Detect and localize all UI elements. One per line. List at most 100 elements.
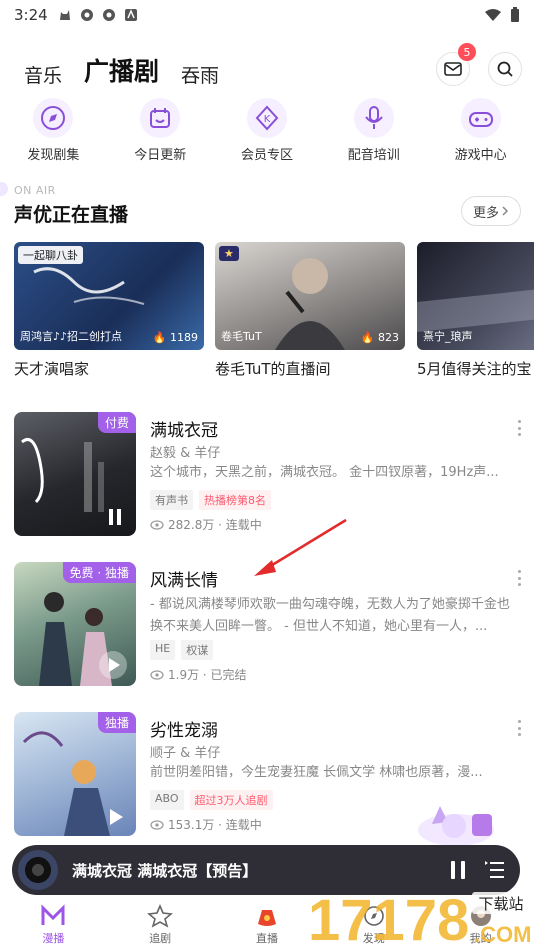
- drama-description: - 都说风满楼琴师欢歌一曲勾魂夺魄，无数人为了她豪掷千金也换不来美人回眸一瞥。 …: [150, 597, 510, 634]
- live-thumbnail: ★ 卷毛TuT 🔥 823: [215, 242, 405, 350]
- nav-label: 漫播: [42, 932, 65, 945]
- live-card[interactable]: 一起聊八卦 周鸿言♪♪招二创打点 🔥 1189 天才演唱家: [14, 242, 204, 379]
- tab-radio-drama[interactable]: 广播剧: [84, 52, 159, 90]
- cat-notification-icon: [59, 10, 70, 20]
- drama-tag-hot: 超过3万人追剧: [189, 790, 273, 810]
- nav-follow[interactable]: 追剧: [107, 896, 214, 950]
- playlist-icon[interactable]: [484, 859, 506, 881]
- chevron-right-icon: [502, 206, 509, 216]
- onair-label: ON AIR: [14, 184, 56, 197]
- calendar-icon: [140, 98, 181, 138]
- nav-discover[interactable]: 发现: [320, 896, 427, 950]
- mail-icon: [444, 62, 462, 76]
- drama-cover[interactable]: 付费: [14, 412, 136, 536]
- nav-label: 追剧: [149, 932, 172, 945]
- drama-cover[interactable]: 独播: [14, 712, 136, 836]
- app-notification-icon: [124, 9, 137, 21]
- tab-music[interactable]: 音乐: [24, 61, 62, 90]
- category-label: 发现剧集: [27, 148, 80, 163]
- star-icon: [147, 904, 174, 928]
- category-vip[interactable]: K 会员专区: [214, 98, 321, 163]
- bottom-navigation: 漫播 追剧 直播 发现 我的: [0, 896, 534, 950]
- drama-tags: 有声书 热播榜第8名: [150, 490, 271, 510]
- category-label: 会员专区: [240, 148, 293, 163]
- drama-badge: 独播: [97, 712, 136, 733]
- search-icon: [497, 61, 513, 77]
- drama-cast: 顺子 & 羊仔: [150, 746, 221, 761]
- message-count-badge: 5: [458, 43, 476, 61]
- discover-icon: [33, 98, 74, 138]
- drama-play-count: 1.9万 · 已完结: [168, 668, 247, 682]
- nav-manbo[interactable]: 漫播: [0, 896, 107, 950]
- player-controls: [448, 859, 506, 881]
- more-options-icon[interactable]: [514, 570, 524, 586]
- category-game-center[interactable]: 游戏中心: [427, 98, 534, 163]
- live-card[interactable]: 熹宁_琅声 5月值得关注的宝: [417, 242, 534, 379]
- pause-icon[interactable]: [448, 859, 468, 881]
- live-title: 卷毛TuT的直播间: [215, 360, 331, 378]
- fox-mascot-icon[interactable]: [414, 796, 498, 848]
- player-title: 满城衣冠 满城衣冠【预告】: [72, 861, 258, 880]
- player-cover-disc[interactable]: [18, 850, 58, 890]
- live-heat-value: 823: [378, 331, 399, 344]
- live-heat: 🔥 1189: [152, 331, 198, 344]
- more-options-icon[interactable]: [514, 720, 524, 736]
- live-title: 5月值得关注的宝: [417, 360, 532, 378]
- drama-play-count: 153.1万 · 连载中: [168, 818, 262, 832]
- category-row: 发现剧集 今日更新 K 会员专区 配音培训 游戏中心: [0, 98, 534, 163]
- live-more-button[interactable]: 更多: [461, 196, 521, 226]
- live-card-row: 一起聊八卦 周鸿言♪♪招二创打点 🔥 1189 天才演唱家 ★ 卷毛TuT 🔥 …: [14, 242, 534, 382]
- drama-tag: 有声书: [150, 490, 193, 510]
- drama-tag: 权谋: [181, 640, 214, 660]
- eye-icon: [150, 519, 164, 530]
- live-host-name: 周鸿言♪♪招二创打点: [20, 330, 123, 343]
- tab-tunyu[interactable]: 吞雨: [181, 61, 219, 90]
- sync-notification-icon: [80, 9, 93, 21]
- more-options-icon[interactable]: [514, 420, 524, 436]
- microphone-icon: [353, 98, 394, 138]
- live-thumbnail: 一起聊八卦 周鸿言♪♪招二创打点 🔥 1189: [14, 242, 204, 350]
- play-icon: [110, 809, 123, 825]
- category-today-update[interactable]: 今日更新: [107, 98, 214, 163]
- live-topic-tag: 一起聊八卦: [18, 246, 83, 264]
- drama-play-count: 282.8万 · 连载中: [168, 518, 262, 532]
- nav-label: 直播: [255, 932, 278, 945]
- drama-badge: 免费 · 独播: [62, 562, 136, 583]
- wifi-icon: [485, 9, 501, 21]
- drama-stats: 1.9万 · 已完结: [150, 666, 247, 683]
- eye-icon: [150, 819, 164, 830]
- nav-profile[interactable]: 我的: [427, 896, 534, 950]
- vip-icon: K: [246, 98, 287, 138]
- mini-player[interactable]: 满城衣冠 满城衣冠【预告】: [12, 845, 520, 895]
- drama-cast: 赵毅 & 羊仔: [150, 446, 221, 461]
- more-label: 更多: [472, 205, 499, 221]
- drama-tags: ABO 超过3万人追剧: [150, 790, 273, 810]
- drama-badge: 付费: [97, 412, 136, 433]
- nav-label: 我的: [469, 932, 492, 945]
- drama-stats: 153.1万 · 连载中: [150, 816, 262, 833]
- drama-title[interactable]: 劣性宠溺: [150, 716, 218, 741]
- live-section-title: 声优正在直播: [14, 204, 129, 226]
- category-discover[interactable]: 发现剧集: [0, 98, 107, 163]
- search-button[interactable]: [488, 52, 522, 86]
- drama-cover[interactable]: 免费 · 独播: [14, 562, 136, 686]
- sync-notification-icon-2: [102, 9, 115, 21]
- lucky-bag-icon: [257, 910, 276, 926]
- drama-title[interactable]: 风满长情: [150, 566, 218, 591]
- live-badge: ★: [219, 246, 239, 261]
- drama-title[interactable]: 满城衣冠: [150, 416, 218, 441]
- nav-live[interactable]: 直播: [214, 896, 321, 950]
- top-tabs: 音乐 广播剧 吞雨: [24, 52, 219, 90]
- drama-description: 前世阴差阳错，今生宠妻狂魔 长佩文学 林啸也原著，漫...: [150, 765, 483, 780]
- live-card[interactable]: ★ 卷毛TuT 🔥 823 卷毛TuT的直播间: [215, 242, 405, 379]
- compass-icon: [363, 906, 384, 926]
- drama-list-item[interactable]: 免费 · 独播 风满长情 - 都说风满楼琴师欢歌一曲勾魂夺魄，无数人为了她豪掷千…: [14, 562, 524, 686]
- live-thumbnail: 熹宁_琅声: [417, 242, 534, 350]
- gamepad-icon: [460, 98, 501, 138]
- status-time: 3:24: [14, 6, 48, 24]
- category-label: 游戏中心: [454, 148, 507, 163]
- svg-text:K: K: [264, 114, 271, 125]
- drama-tags: HE 权谋: [150, 640, 214, 660]
- category-dubbing-training[interactable]: 配音培训: [320, 98, 427, 163]
- live-host-name: 卷毛TuT: [221, 330, 262, 343]
